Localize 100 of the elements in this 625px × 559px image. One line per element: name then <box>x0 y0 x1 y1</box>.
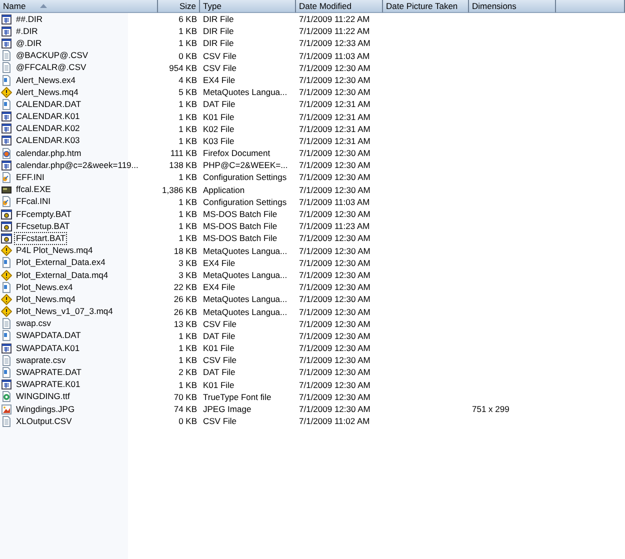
file-name[interactable]: swaprate.csv <box>14 354 68 367</box>
file-type: DAT File <box>202 98 236 110</box>
date-modified: 7/1/2009 12:30 AM <box>298 318 372 330</box>
date-modified: 7/1/2009 11:03 AM <box>298 196 371 208</box>
grid-file-icon <box>1 379 12 390</box>
file-name[interactable]: @.DIR <box>14 36 44 50</box>
file-name[interactable]: #.DIR <box>14 24 40 38</box>
grid-file-icon <box>1 38 12 49</box>
file-name[interactable]: SWAPRATE.K01 <box>14 378 82 392</box>
file-name[interactable]: Alert_News.ex4 <box>14 74 78 87</box>
date-modified: 7/1/2009 12:30 AM <box>298 244 372 257</box>
grid-file-icon <box>1 26 12 37</box>
file-size: 2 KB <box>178 366 198 379</box>
file-name[interactable]: CALENDAR.K02 <box>14 122 82 136</box>
file-name[interactable]: Plot_News.mq4 <box>14 292 78 306</box>
file-name[interactable]: SWAPDATA.DAT <box>14 329 83 342</box>
column-header[interactable]: Date Picture Taken <box>383 0 469 13</box>
date-modified: 7/1/2009 12:30 AM <box>298 306 372 318</box>
file-size: 1 KB <box>178 220 198 232</box>
file-type: K01 File <box>202 110 236 123</box>
column-header[interactable]: Date Modified <box>296 0 383 13</box>
column-header[interactable]: Dimensions <box>469 0 556 13</box>
file-name[interactable]: Plot_News.ex4 <box>14 280 75 294</box>
file-name[interactable]: Alert_News.mq4 <box>14 86 80 99</box>
file-name[interactable]: Plot_News_v1_07_3.mq4 <box>14 305 115 318</box>
file-name[interactable]: ffcal.EXE <box>14 183 53 196</box>
file-type: MS-DOS Batch File <box>202 208 278 220</box>
date-modified: 7/1/2009 12:30 AM <box>298 378 372 391</box>
file-size: 74 KB <box>172 403 198 416</box>
file-name[interactable]: SWAPRATE.DAT <box>14 366 84 380</box>
file-type: DAT File <box>202 366 236 379</box>
file-name[interactable]: calendar.php@c=2&week=119... <box>14 158 140 172</box>
file-type: CSV File <box>202 318 238 330</box>
file-type: DIR File <box>202 37 235 50</box>
file-name[interactable]: WINGDING.ttf <box>14 390 72 404</box>
grid-file-icon <box>1 14 12 25</box>
file-type: K01 File <box>202 342 236 354</box>
file-type: MS-DOS Batch File <box>202 232 278 245</box>
column-header[interactable]: Type <box>200 0 296 13</box>
date-modified: 7/1/2009 12:30 AM <box>298 232 372 245</box>
file-name[interactable]: @BACKUP@.CSV <box>14 49 90 62</box>
file-type: PHP@C=2&WEEK=... <box>202 159 289 172</box>
image-dimensions: 751 x 299 <box>472 404 510 414</box>
image-file-icon <box>1 404 12 415</box>
date-modified: 7/1/2009 12:30 AM <box>298 354 372 366</box>
file-name[interactable]: @FFCALR@.CSV <box>14 61 88 74</box>
settings-file-icon <box>1 196 12 208</box>
date-modified: 7/1/2009 12:30 AM <box>298 268 372 282</box>
file-name[interactable]: FFcempty.BAT <box>14 208 74 221</box>
file-size: 1 KB <box>178 134 198 148</box>
file-name[interactable]: Plot_External_Data.mq4 <box>14 268 110 282</box>
file-size: 3 KB <box>178 256 198 269</box>
file-size: 18 KB <box>172 244 198 257</box>
file-type: MetaQuotes Langua... <box>202 86 288 98</box>
warning-diamond-icon <box>1 294 12 305</box>
file-type: DIR File <box>202 25 235 38</box>
date-modified: 7/1/2009 12:30 AM <box>298 256 372 269</box>
file-name[interactable]: SWAPDATA.K01 <box>14 342 82 355</box>
date-modified: 7/1/2009 12:30 AM <box>298 74 372 86</box>
file-name[interactable]: XLOutput.CSV <box>14 414 74 428</box>
file-type: CSV File <box>202 415 238 428</box>
date-modified: 7/1/2009 12:33 AM <box>298 37 372 50</box>
file-name[interactable]: swap.csv <box>14 317 53 330</box>
date-modified: 7/1/2009 11:02 AM <box>298 415 371 428</box>
date-modified: 7/1/2009 12:30 AM <box>298 342 372 354</box>
file-name[interactable]: FFcal.INI <box>14 195 52 208</box>
file-size: 70 KB <box>172 390 198 403</box>
column-header[interactable]: Name <box>0 0 158 13</box>
file-name[interactable]: ##.DIR <box>14 12 44 26</box>
file-name[interactable]: CALENDAR.DAT <box>14 98 84 111</box>
file-name[interactable]: calendar.php.htm <box>14 146 84 160</box>
file-name[interactable]: CALENDAR.K03 <box>14 134 82 148</box>
batch-window-icon <box>1 208 12 220</box>
document-icon <box>1 98 12 110</box>
file-size: 1 KB <box>178 25 198 38</box>
file-type: MetaQuotes Langua... <box>202 293 288 306</box>
date-modified: 7/1/2009 12:30 AM <box>298 390 372 403</box>
file-name[interactable]: CALENDAR.K01 <box>14 110 82 124</box>
warning-diamond-icon <box>1 270 12 281</box>
document-icon <box>1 74 12 86</box>
date-modified: 7/1/2009 12:31 AM <box>298 122 372 135</box>
file-name[interactable]: P4L Plot_News.mq4 <box>14 244 95 258</box>
file-name[interactable]: Plot_External_Data.ex4 <box>14 256 108 270</box>
date-modified: 7/1/2009 12:30 AM <box>298 147 372 160</box>
file-size: 6 KB <box>178 13 198 26</box>
settings-file-icon <box>1 172 12 184</box>
date-modified: 7/1/2009 12:30 AM <box>298 171 372 184</box>
file-name[interactable]: FFcstart.BAT <box>14 232 68 245</box>
file-name[interactable]: FFcsetup.BAT <box>14 220 72 233</box>
file-size: 1 KB <box>178 171 198 184</box>
document-icon <box>1 257 12 268</box>
file-type: MetaQuotes Langua... <box>202 268 288 282</box>
date-modified: 7/1/2009 12:30 AM <box>298 293 372 306</box>
column-header[interactable]: Size <box>158 0 200 13</box>
file-type: CSV File <box>202 354 238 366</box>
file-name[interactable]: EFF.INI <box>14 171 46 184</box>
file-size: 4 KB <box>178 74 198 86</box>
file-type: CSV File <box>202 62 238 74</box>
file-name[interactable]: Wingdings.JPG <box>14 402 77 416</box>
document-icon <box>1 50 12 62</box>
